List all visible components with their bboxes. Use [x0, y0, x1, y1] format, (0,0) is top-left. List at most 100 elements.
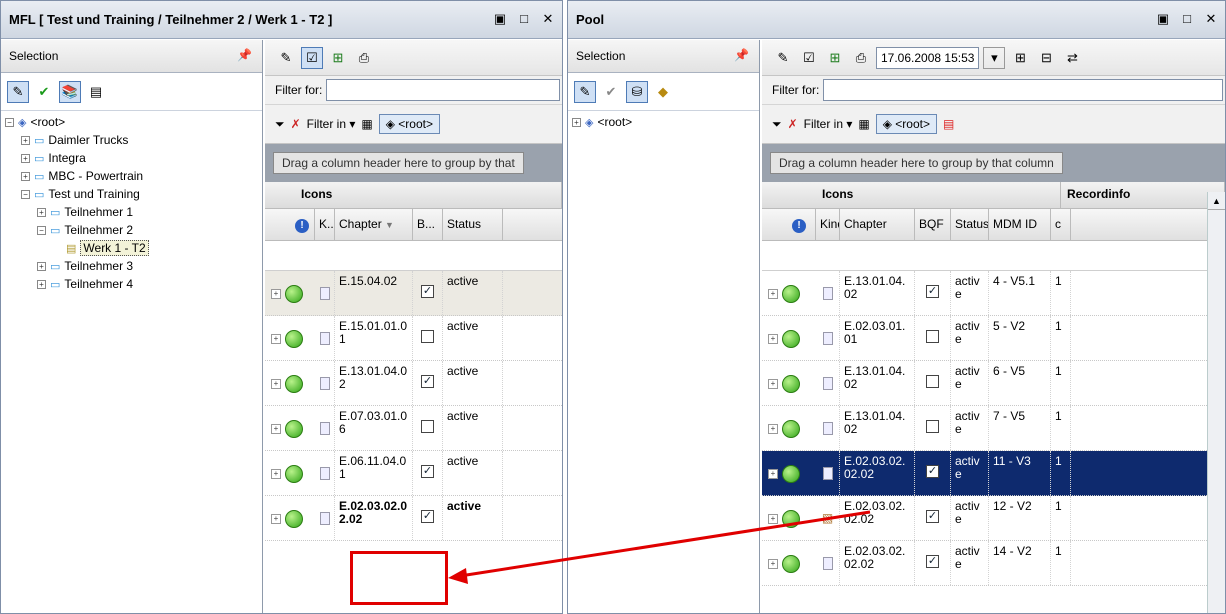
column-header[interactable]: c [1051, 209, 1071, 240]
filter-input[interactable] [823, 79, 1223, 101]
chapter-cell[interactable]: E.02.03.02.02.02 [840, 451, 915, 495]
scroll-up-icon[interactable]: ▲ [1208, 192, 1225, 210]
expand-toggle-icon[interactable]: + [21, 135, 30, 145]
expand-toggle-icon[interactable]: + [37, 207, 46, 217]
chapter-cell[interactable]: E.13.01.04.02 [840, 271, 915, 315]
chapter-cell[interactable]: E.02.03.02.02.02 [335, 496, 413, 540]
chapter-cell[interactable]: E.15.04.02 [335, 271, 413, 315]
expand-tree-icon[interactable]: ⊞ [1009, 47, 1031, 69]
chapter-cell[interactable]: E.07.03.01.06 [335, 406, 413, 450]
column-header[interactable]: Status [443, 209, 503, 240]
float-window-icon[interactable]: ▣ [1155, 11, 1171, 27]
pdf-icon[interactable]: ▤ [943, 117, 954, 131]
table-row[interactable]: + E.13.01.04.02 ✓ active 4 - V5.1 1 [762, 271, 1225, 316]
edit-mode-icon[interactable]: ✎ [7, 80, 29, 103]
table-row[interactable]: + E.15.04.02 ✓ active [265, 271, 562, 316]
expand-toggle-icon[interactable]: − [5, 117, 14, 127]
expand-row-icon[interactable]: + [271, 289, 281, 299]
expand-row-icon[interactable]: + [768, 334, 778, 344]
bqf-checkbox[interactable]: ✓ [421, 285, 434, 298]
expand-toggle-icon[interactable]: + [572, 117, 581, 127]
clear-filter-icon[interactable]: ✗ [291, 117, 301, 131]
table-row[interactable]: + E.07.03.01.06 active [265, 406, 562, 451]
group-by-zone[interactable]: Drag a column header here to group by th… [762, 144, 1225, 182]
auto-filter-row[interactable] [762, 241, 1225, 271]
table-row[interactable]: + E.15.01.01.01 active [265, 316, 562, 361]
dropdown-arrow-icon[interactable]: ▾ [983, 46, 1006, 69]
vertical-scrollbar[interactable]: ▲ [1207, 192, 1225, 613]
expand-toggle-icon[interactable]: − [37, 225, 46, 235]
float-window-icon[interactable]: ▣ [492, 11, 508, 27]
column-header[interactable]: K... [315, 209, 335, 240]
expand-toggle-icon[interactable]: + [21, 171, 30, 181]
bqf-checkbox[interactable]: ✓ [926, 285, 939, 298]
expand-row-icon[interactable]: + [768, 469, 778, 479]
table-row[interactable]: + E.02.03.01.01 active 5 - V2 1 [762, 316, 1225, 361]
table-row[interactable]: + E.02.03.02.02.02 ✓ active 11 - V3 1 [762, 451, 1225, 496]
expand-toggle-icon[interactable]: + [21, 153, 30, 163]
bqf-checkbox[interactable]: ✓ [421, 465, 434, 478]
chapter-cell[interactable]: E.13.01.04.02 [840, 361, 915, 405]
close-icon[interactable]: ✕ [1203, 11, 1219, 27]
tree-filter-icon[interactable]: ▦ [361, 117, 372, 131]
bqf-checkbox[interactable]: ✓ [421, 510, 434, 523]
column-header[interactable]: BQF [915, 209, 951, 240]
expand-row-icon[interactable]: + [271, 514, 281, 524]
expand-row-icon[interactable]: + [271, 334, 281, 344]
table-row[interactable]: + E.13.01.04.02 active 7 - V5 1 [762, 406, 1225, 451]
filter-in-dropdown[interactable]: Filter in ▾ [804, 117, 853, 131]
band-icons[interactable]: Icons [295, 182, 562, 208]
collapse-tree-icon[interactable]: ⊟ [1035, 47, 1057, 69]
expand-row-icon[interactable]: + [768, 514, 778, 524]
chapter-cell[interactable]: E.02.03.02.02.02 [840, 541, 915, 585]
chapter-cell[interactable]: E.02.03.02.02.02 [840, 496, 915, 540]
print-icon[interactable]: ⎙ [850, 47, 872, 69]
expand-row-icon[interactable]: + [768, 289, 778, 299]
table-row[interactable]: + E.13.01.04.02 ✓ active [265, 361, 562, 406]
expand-toggle-icon[interactable]: − [21, 189, 30, 199]
database-icon[interactable]: ⛁ [626, 80, 648, 103]
column-header[interactable]: Chapter [840, 209, 915, 240]
bqf-checkbox[interactable] [421, 330, 434, 343]
table-row[interactable]: + E.13.01.04.02 active 6 - V5 1 [762, 361, 1225, 406]
maximize-icon[interactable]: □ [1179, 11, 1195, 27]
print-icon[interactable]: ⎙ [353, 47, 375, 69]
column-header[interactable]: ! [265, 209, 315, 240]
column-header[interactable]: Status [951, 209, 989, 240]
bqf-checkbox[interactable]: ✓ [926, 555, 939, 568]
tree-node[interactable]: + ▭ Teilnehmer 1 [5, 203, 258, 221]
band-recordinfo[interactable]: Recordinfo [1061, 182, 1225, 208]
edit-mode-icon[interactable]: ✎ [574, 80, 596, 103]
tree-node[interactable]: + ▭ Teilnehmer 4 [5, 275, 258, 293]
close-icon[interactable]: ✕ [540, 11, 556, 27]
column-header[interactable]: ! [762, 209, 816, 240]
column-header[interactable]: Kind [816, 209, 840, 240]
maximize-icon[interactable]: □ [516, 11, 532, 27]
expand-row-icon[interactable]: + [271, 424, 281, 434]
tree-node[interactable]: ▤ Werk 1 - T2 [5, 239, 258, 257]
export-excel-icon[interactable]: ⊞ [327, 47, 349, 69]
table-row[interactable]: + E.02.03.02.02.02 ✓ active [265, 496, 562, 541]
chapter-cell[interactable]: E.15.01.01.01 [335, 316, 413, 360]
auto-filter-row[interactable] [265, 241, 562, 271]
bqf-checkbox[interactable] [926, 330, 939, 343]
tree-filter-icon[interactable]: ▦ [858, 117, 869, 131]
report-icon[interactable]: ▤ [85, 81, 107, 103]
table-row[interactable]: + E.06.11.04.01 ✓ active [265, 451, 562, 496]
bqf-checkbox[interactable]: ✓ [926, 465, 939, 478]
expand-row-icon[interactable]: + [768, 559, 778, 569]
funnel-icon[interactable]: ⏷ [772, 117, 782, 132]
chapter-cell[interactable]: E.06.11.04.01 [335, 451, 413, 495]
tree-node[interactable]: + ▭ Daimler Trucks [5, 131, 258, 149]
chapter-cell[interactable]: E.02.03.01.01 [840, 316, 915, 360]
cubes-icon[interactable]: ◆ [652, 81, 674, 103]
tree-node[interactable]: − ◈ <root> [5, 113, 258, 131]
column-header[interactable]: MDM ID [989, 209, 1051, 240]
filter-in-dropdown[interactable]: Filter in ▾ [307, 117, 356, 131]
sync-icon[interactable]: ⇄ [1061, 47, 1083, 69]
expand-toggle-icon[interactable]: + [37, 279, 46, 289]
expand-row-icon[interactable]: + [271, 469, 281, 479]
tree-node[interactable]: + ◈ <root> [572, 113, 755, 131]
expand-row-icon[interactable]: + [271, 379, 281, 389]
validate-icon[interactable]: ☑ [301, 46, 323, 69]
